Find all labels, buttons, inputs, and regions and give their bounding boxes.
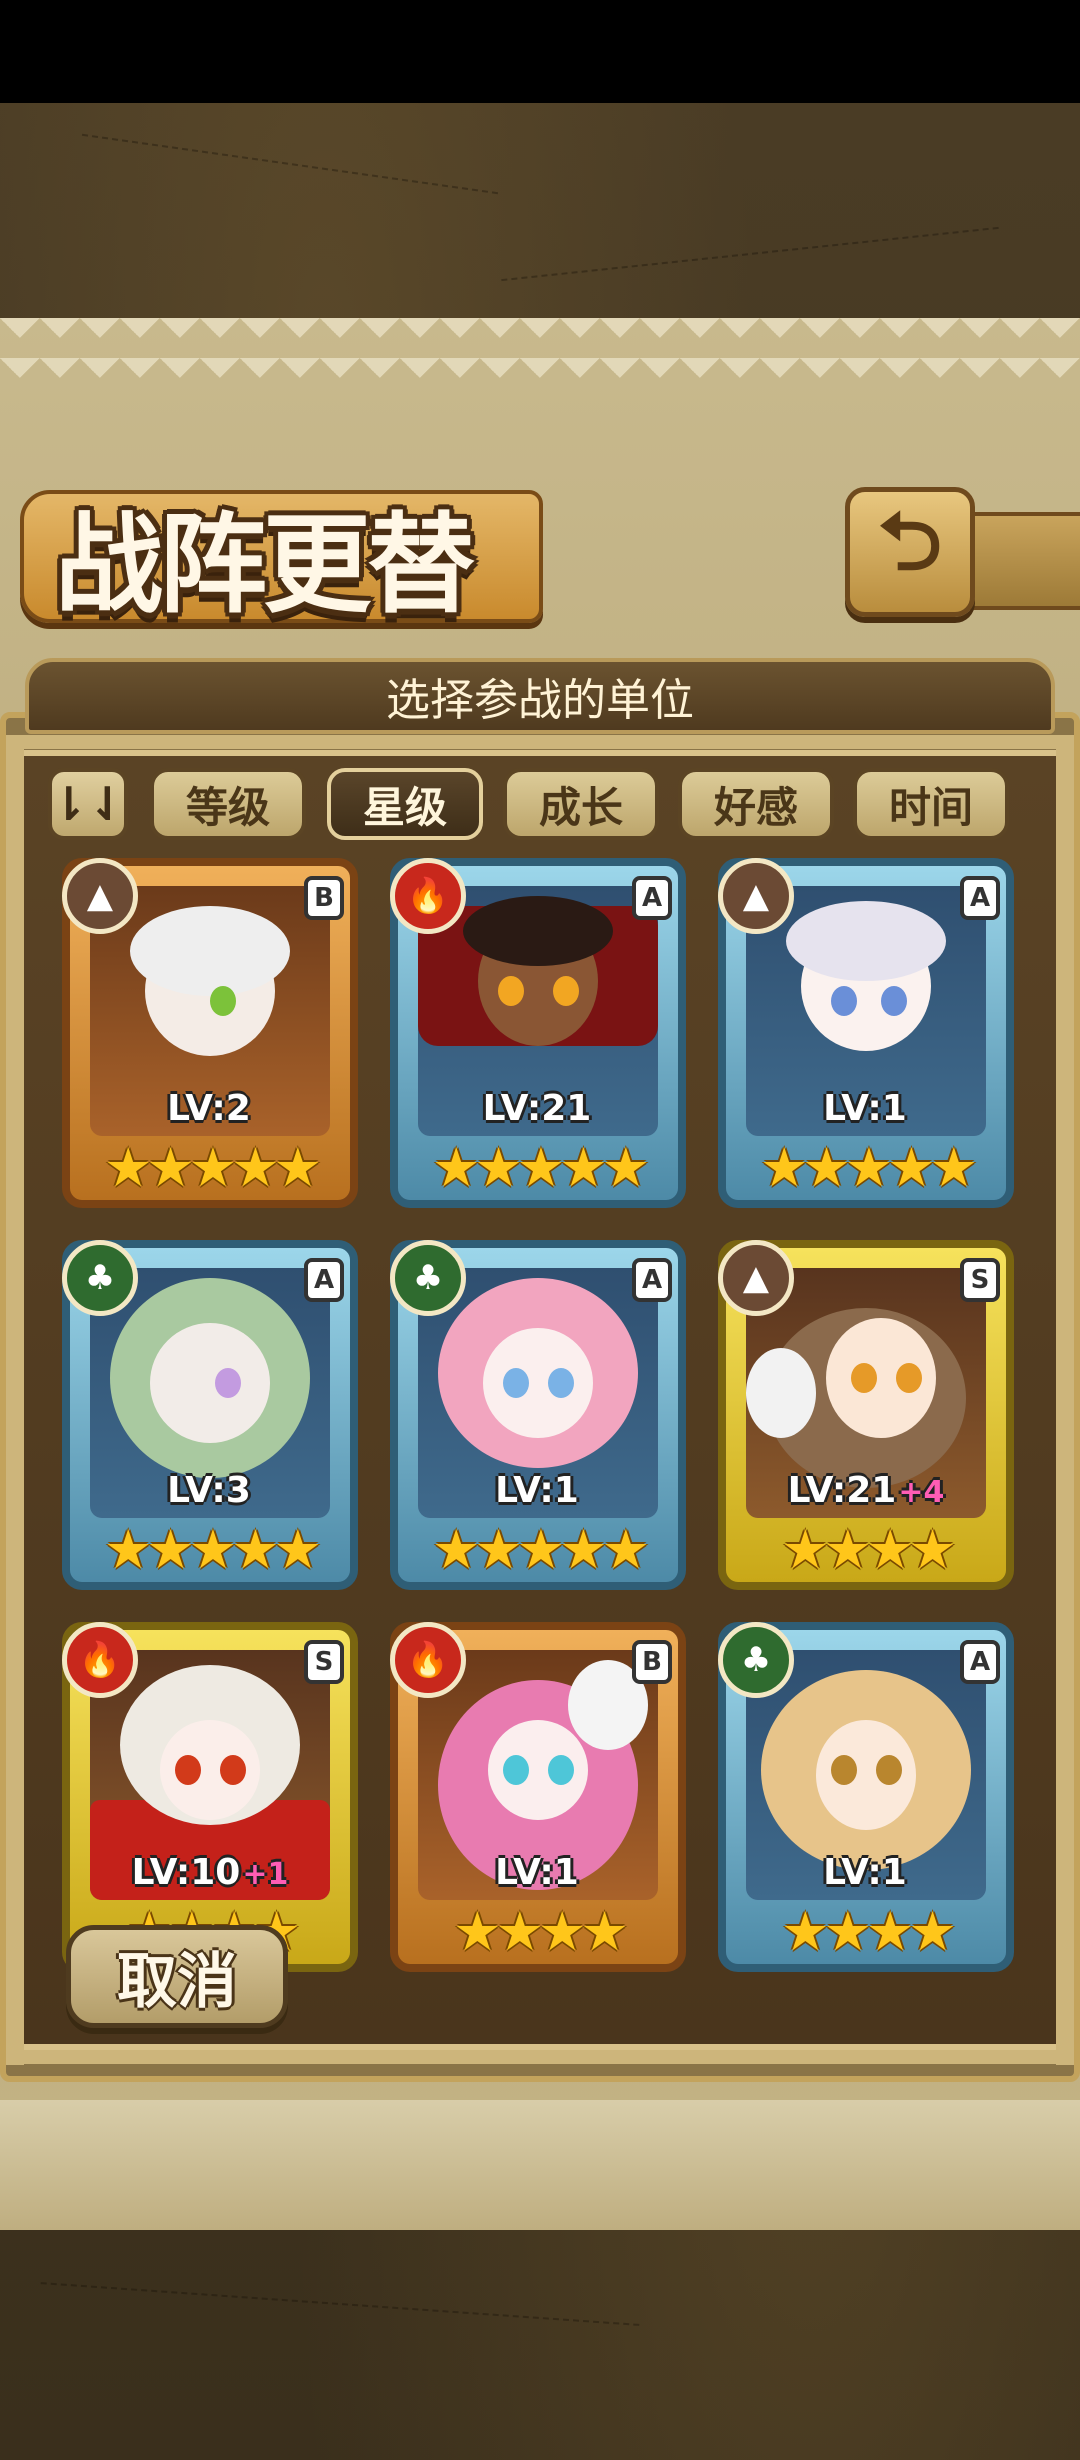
unit-card[interactable]: 🔥 B LV:1 ★★★★ — [390, 1622, 686, 1972]
unit-card[interactable]: ▲ B LV:2 ★★★★★ — [62, 858, 358, 1208]
panel-header: 选择参战的单位 — [25, 658, 1055, 734]
level-text: LV:21 — [787, 1470, 897, 1511]
unit-level: LV:2 — [70, 1088, 350, 1129]
bottom-rail — [6, 2050, 1074, 2064]
cancel-label: 取消 — [117, 1947, 237, 2017]
unit-card[interactable]: ▲ S LV:21+4 ★★★★ — [718, 1240, 1014, 1590]
rank-badge: B — [632, 1640, 672, 1684]
return-arrow-icon: ⮌ — [877, 495, 943, 588]
top-rail — [6, 735, 1074, 749]
element-earth-icon: ▲ — [718, 858, 794, 934]
star-rating: ★★★★★ — [759, 1136, 978, 1199]
element-fire-icon: 🔥 — [62, 1622, 138, 1698]
level-text: LV:10 — [131, 1852, 241, 1893]
unit-level: LV:1 — [398, 1852, 678, 1893]
rank-badge: S — [304, 1640, 344, 1684]
rank-badge: A — [632, 876, 672, 920]
element-earth-icon: ▲ — [718, 1240, 794, 1316]
cancel-button[interactable]: 取消 — [66, 1925, 288, 2028]
rank-badge: A — [632, 1258, 672, 1302]
back-button[interactable]: ⮌ — [845, 487, 975, 617]
rank-badge: A — [304, 1258, 344, 1302]
level-bonus: +1 — [242, 1857, 289, 1892]
rank-badge: A — [960, 876, 1000, 920]
unit-level: LV:3 — [70, 1470, 350, 1511]
unit-card[interactable]: ▲ A LV:1 ★★★★★ — [718, 858, 1014, 1208]
tab-time[interactable]: 时间 — [853, 768, 1009, 840]
element-earth-icon: ▲ — [62, 858, 138, 934]
tab-label: 等级 — [185, 782, 270, 832]
unit-level: LV:21+4 — [726, 1470, 1006, 1511]
tab-label: 好感 — [713, 782, 798, 832]
star-rating: ★★★★★ — [431, 1136, 650, 1199]
unit-card[interactable]: ♣ A LV:1 ★★★★ — [718, 1622, 1014, 1972]
sort-order-icon: ⇂⇃ — [49, 777, 127, 831]
level-text: LV:1 — [495, 1852, 579, 1893]
level-text: LV:1 — [823, 1088, 907, 1129]
element-leaf-icon: ♣ — [390, 1240, 466, 1316]
unit-level: LV:1 — [726, 1852, 1006, 1893]
left-rail — [6, 735, 24, 2065]
unit-level: LV:10+1 — [70, 1852, 350, 1893]
star-rating: ★★★★★ — [103, 1136, 322, 1199]
element-leaf-icon: ♣ — [62, 1240, 138, 1316]
unit-level: LV:1 — [726, 1088, 1006, 1129]
unit-card[interactable]: 🔥 A LV:21 ★★★★★ — [390, 858, 686, 1208]
level-text: LV:21 — [482, 1088, 592, 1129]
star-rating: ★★★★★ — [103, 1518, 322, 1581]
page-title: 战阵更替 — [55, 502, 475, 628]
unit-level: LV:1 — [398, 1470, 678, 1511]
rank-badge: S — [960, 1258, 1000, 1302]
tab-star[interactable]: 星级 — [327, 768, 483, 840]
tab-label: 成长 — [538, 782, 623, 832]
panel-subtitle: 选择参战的单位 — [386, 675, 694, 726]
element-leaf-icon: ♣ — [718, 1622, 794, 1698]
unit-card[interactable]: ♣ A LV:3 ★★★★★ — [62, 1240, 358, 1590]
sort-order-toggle[interactable]: ⇂⇃ — [48, 768, 128, 840]
star-rating: ★★★★ — [781, 1518, 957, 1581]
unit-card[interactable]: ♣ A LV:1 ★★★★★ — [390, 1240, 686, 1590]
level-bonus: +4 — [898, 1475, 945, 1510]
tab-growth[interactable]: 成长 — [503, 768, 659, 840]
torn-edge-bottom — [0, 2100, 1080, 2230]
tab-label: 星级 — [362, 782, 447, 832]
back-tab — [960, 512, 1080, 610]
unit-level: LV:21 — [398, 1088, 678, 1129]
status-bar — [0, 0, 1080, 103]
element-fire-icon: 🔥 — [390, 858, 466, 934]
rank-badge: A — [960, 1640, 1000, 1684]
tab-label: 时间 — [888, 782, 973, 832]
tab-affection[interactable]: 好感 — [678, 768, 834, 840]
tab-level[interactable]: 等级 — [150, 768, 306, 840]
star-rating: ★★★★ — [453, 1900, 629, 1963]
right-rail — [1056, 735, 1074, 2065]
star-rating: ★★★★ — [781, 1900, 957, 1963]
level-text: LV:2 — [167, 1088, 251, 1129]
rank-badge: B — [304, 876, 344, 920]
level-text: LV:3 — [167, 1470, 251, 1511]
level-text: LV:1 — [823, 1852, 907, 1893]
star-rating: ★★★★★ — [431, 1518, 650, 1581]
torn-edge-top — [0, 318, 1080, 388]
unit-card[interactable]: 🔥 S LV:10+1 ★★★★ — [62, 1622, 358, 1972]
element-fire-icon: 🔥 — [390, 1622, 466, 1698]
level-text: LV:1 — [495, 1470, 579, 1511]
